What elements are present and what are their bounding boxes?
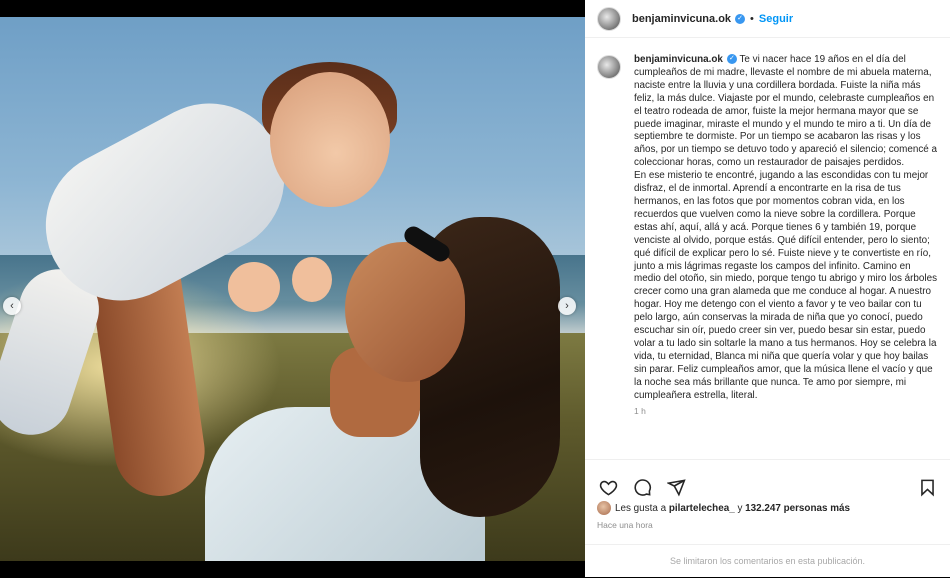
header-username[interactable]: benjaminvicuna.ok (632, 13, 731, 25)
carousel-prev-button[interactable]: ‹ (3, 297, 21, 315)
carousel-next-button[interactable]: › (558, 297, 576, 315)
share-button[interactable] (665, 477, 687, 499)
post-media[interactable]: ‹ › (0, 17, 585, 561)
comments-section[interactable]: benjaminvicuna.ok ✓ Te vi nacer hace 19 a… (585, 38, 950, 458)
caption-body: Te vi nacer hace 19 años en el día del c… (634, 54, 938, 401)
comment-icon (633, 479, 651, 496)
likes-summary: Les gusta a pilartelechea_ y 132.247 per… (597, 501, 850, 515)
father-face (345, 242, 465, 382)
caption: benjaminvicuna.ok ✓ Te vi nacer hace 19 a… (597, 54, 938, 402)
follow-button[interactable]: Seguir (759, 13, 793, 25)
caption-username[interactable]: benjaminvicuna.ok (634, 54, 723, 65)
save-button[interactable] (916, 477, 938, 499)
liker-username[interactable]: pilartelechea_ (669, 503, 735, 514)
instagram-post-modal: ‹ › benjaminvicuna.ok ✓ • Seguir benjami… (0, 0, 950, 577)
chevron-left-icon: ‹ (10, 300, 14, 312)
avatar[interactable] (597, 55, 621, 79)
verified-badge-icon: ✓ (726, 54, 737, 65)
likes-middle: y (737, 502, 743, 514)
comments-limited-notice: Se limitaron los comentarios en esta pub… (585, 544, 950, 577)
chevron-right-icon: › (565, 300, 569, 312)
like-button[interactable] (597, 477, 619, 499)
post-header: benjaminvicuna.ok ✓ • Seguir (585, 0, 950, 38)
header-separator: • (750, 12, 754, 25)
post-date[interactable]: Hace una hora (597, 520, 653, 530)
likes-count[interactable]: 132.247 personas más (745, 503, 850, 514)
avatar[interactable] (597, 6, 621, 31)
baby-head (270, 72, 390, 207)
avatar[interactable] (597, 501, 611, 515)
caption-time[interactable]: 1 h (634, 406, 938, 416)
backdrop-top (0, 0, 585, 17)
post-side-panel: benjaminvicuna.ok ✓ • Seguir benjaminvic… (585, 0, 950, 577)
backdrop-bottom (0, 561, 585, 577)
bookmark-icon (920, 479, 934, 497)
baby-hand (292, 257, 332, 302)
action-bar (585, 459, 950, 503)
comment-button[interactable] (631, 477, 653, 499)
share-icon (666, 479, 686, 497)
heart-icon (599, 480, 617, 496)
verified-badge-icon: ✓ (735, 13, 746, 24)
likes-prefix: Les gusta a (615, 502, 667, 514)
baby-hand (228, 262, 280, 312)
caption-text: benjaminvicuna.ok ✓ Te vi nacer hace 19 a… (634, 54, 938, 402)
